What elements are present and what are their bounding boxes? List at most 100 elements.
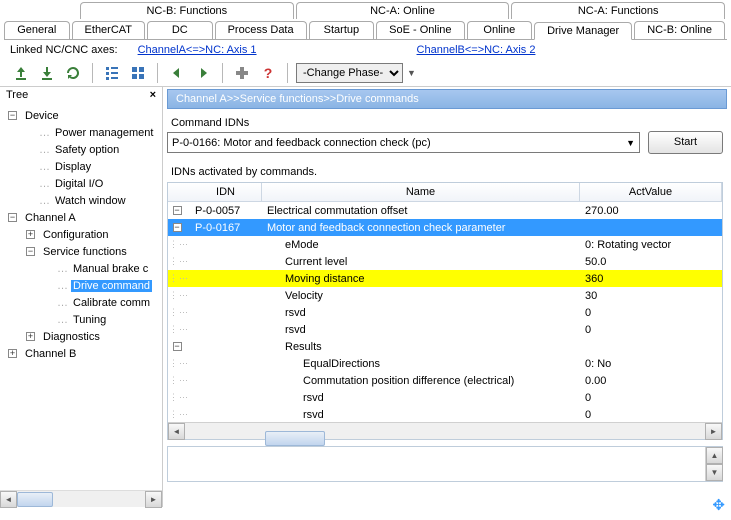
tree-node[interactable]: +…Tuning [0,311,162,328]
cell-name: rsvd [262,324,580,336]
tree-node[interactable]: −Device [0,107,162,124]
table-row[interactable]: −Results [168,338,722,355]
collapse-icon[interactable]: − [173,206,182,215]
col-name[interactable]: Name [262,183,580,201]
table-row[interactable]: ⋮⋯Velocity30 [168,287,722,304]
tree-node[interactable]: +…Digital I/O [0,175,162,192]
tree-node[interactable]: −Service functions [0,243,162,260]
scroll-left-icon[interactable]: ◄ [168,423,185,440]
refresh-icon[interactable] [62,62,84,84]
tab-soe-online[interactable]: SoE - Online [376,21,464,39]
table-row[interactable]: ⋮⋯rsvd0 [168,321,722,338]
scroll-down-icon[interactable]: ▼ [706,464,723,481]
tree-node-label[interactable]: Display [53,161,93,173]
tab-drive-manager[interactable]: Drive Manager [534,22,632,40]
collapse-icon[interactable]: − [173,342,182,351]
tab-nc-a-online[interactable]: NC-A: Online [296,2,510,19]
tree-node[interactable]: + Diagnostics [0,328,162,345]
table-row[interactable]: ⋮⋯rsvd0 [168,406,722,422]
forward-arrow-icon[interactable] [192,62,214,84]
idn-table: IDN Name ActValue −P-0-0057Electrical co… [167,182,723,440]
tree-node[interactable]: +…Power management [0,124,162,141]
collapse-icon[interactable]: − [173,223,182,232]
table-row[interactable]: −P-0-0057Electrical commutation offset27… [168,202,722,219]
tree-node[interactable]: + Configuration [0,226,162,243]
tree-node-label[interactable]: Watch window [53,195,128,207]
tree-node-label[interactable]: Manual brake c [71,263,150,275]
scroll-left-icon[interactable]: ◄ [0,491,17,508]
tree-node[interactable]: +…Calibrate comm [0,294,162,311]
table-row[interactable]: ⋮⋯EqualDirections0: No [168,355,722,372]
table-row[interactable]: ⋮⋯Moving distance360 [168,270,722,287]
table-row[interactable]: ⋮⋯rsvd0 [168,389,722,406]
tab-nc-b-online[interactable]: NC-B: Online [634,21,725,39]
tree-node-label[interactable]: Device [23,110,61,122]
collapse-icon[interactable]: − [8,213,17,222]
list-icon[interactable] [101,62,123,84]
tree-node-label[interactable]: Safety option [53,144,121,156]
tree-node[interactable]: +…Display [0,158,162,175]
back-arrow-icon[interactable] [166,62,188,84]
tree-node-label[interactable]: Diagnostics [41,331,102,343]
tab-nc-b-functions[interactable]: NC-B: Functions [80,2,294,19]
tree-node-label[interactable]: Configuration [41,229,110,241]
table-row[interactable]: ⋮⋯rsvd0 [168,304,722,321]
tab-general[interactable]: General [4,21,70,39]
table-row[interactable]: ⋮⋯eMode0: Rotating vector [168,236,722,253]
tab-dc[interactable]: DC [147,21,213,39]
scroll-right-icon[interactable]: ► [705,423,722,440]
col-idn[interactable]: IDN [190,183,262,201]
table-h-scrollbar[interactable]: ◄ ► [168,422,722,439]
scroll-up-icon[interactable]: ▲ [706,447,723,464]
tree-node[interactable]: +…Drive command [0,277,162,294]
expand-icon[interactable]: + [8,349,17,358]
cell-name: rsvd [262,307,580,319]
grid-icon[interactable] [127,62,149,84]
collapse-icon[interactable]: − [26,247,35,256]
tree-node-label[interactable]: Digital I/O [53,178,105,190]
table-row[interactable]: ⋮⋯Current level50.0 [168,253,722,270]
tab-ethercat[interactable]: EtherCAT [72,21,145,39]
table-row[interactable]: ⋮⋯Commutation position difference (elect… [168,372,722,389]
expand-icon[interactable]: + [26,230,35,239]
tabs-row-2: General EtherCAT DC Process Data Startup… [0,19,731,39]
collapse-icon[interactable]: − [8,111,17,120]
tree-node[interactable]: +…Watch window [0,192,162,209]
cell-name: Motor and feedback connection check para… [262,222,580,234]
command-idn-select[interactable]: P-0-0166: Motor and feedback connection … [167,132,640,153]
tree-node-label[interactable]: Drive command [71,280,152,292]
tree-h-scrollbar[interactable]: ◄ ► [0,490,162,507]
tree-node[interactable]: +…Safety option [0,141,162,158]
tab-online[interactable]: Online [467,21,533,39]
tree[interactable]: −Device+…Power management+…Safety option… [0,103,162,490]
log-v-scrollbar[interactable]: ▲ ▼ [705,447,722,481]
cell-name: Commutation position difference (electri… [262,375,580,387]
log-box: ▲ ▼ [167,446,723,482]
tree-node-label[interactable]: Channel B [23,348,78,360]
table-row[interactable]: −P-0-0167Motor and feedback connection c… [168,219,722,236]
tree-node-label[interactable]: Tuning [71,314,108,326]
tab-nc-a-functions[interactable]: NC-A: Functions [511,2,725,19]
upload-icon[interactable] [10,62,32,84]
close-icon[interactable]: × [150,89,156,101]
start-button[interactable]: Start [648,131,723,154]
col-actvalue[interactable]: ActValue [580,183,722,201]
tree-node-label[interactable]: Power management [53,127,155,139]
tree-node[interactable]: −Channel A [0,209,162,226]
tree-node-label[interactable]: Service functions [41,246,129,258]
tree-node[interactable]: + Channel B [0,345,162,362]
tree-node[interactable]: +…Manual brake c [0,260,162,277]
expand-icon[interactable]: + [26,332,35,341]
tab-process-data[interactable]: Process Data [215,21,307,39]
tab-startup[interactable]: Startup [309,21,375,39]
scroll-right-icon[interactable]: ► [145,491,162,508]
download-icon[interactable] [36,62,58,84]
table-body[interactable]: −P-0-0057Electrical commutation offset27… [168,202,722,422]
tree-node-label[interactable]: Channel A [23,212,78,224]
link-channel-b[interactable]: ChannelB<=>NC: Axis 2 [417,44,536,56]
tree-node-label[interactable]: Calibrate comm [71,297,152,309]
settings-icon[interactable] [231,62,253,84]
change-phase-select[interactable]: -Change Phase- [296,63,403,83]
help-icon[interactable]: ? [257,62,279,84]
link-channel-a[interactable]: ChannelA<=>NC: Axis 1 [138,44,257,56]
